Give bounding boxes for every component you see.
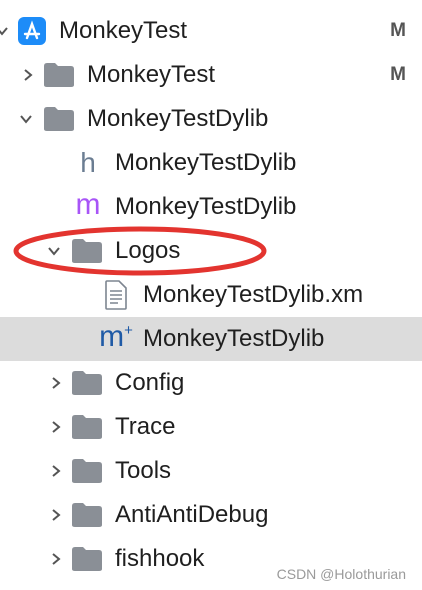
header-file-icon: h [72,147,104,179]
nav-item-label: MonkeyTest [59,17,188,44]
chevron-right-icon[interactable] [48,463,64,479]
chevron-right-icon[interactable] [48,507,64,523]
folder-icon [71,235,103,267]
chevron-right-icon[interactable] [48,375,64,391]
header-glyph: h [80,147,96,178]
folder-icon [71,499,103,531]
folder-icon [71,411,103,443]
nav-row-folder[interactable]: AntiAntiDebug [0,493,422,537]
nav-item-label: MonkeyTestDylib [115,193,297,220]
chevron-down-icon[interactable] [0,23,10,39]
app-project-icon [16,15,48,47]
nav-row-file[interactable]: m MonkeyTestDylib [0,185,422,229]
nav-item-label: fishhook [115,545,205,572]
nav-item-label: MonkeyTestDylib [143,325,325,352]
document-icon [100,279,132,311]
nav-row-folder[interactable]: Config [0,361,422,405]
watermark: CSDN @Holothurian [276,566,406,582]
nav-item-label: Tools [115,457,172,484]
nav-row-folder[interactable]: Trace [0,405,422,449]
chevron-right-icon[interactable] [48,419,64,435]
nav-item-label: MonkeyTestDylib [87,105,269,132]
objcpp-file-icon: m + [99,320,133,355]
folder-icon [71,543,103,575]
objcpp-glyph: m [99,320,125,353]
nav-row-file-selected[interactable]: m + MonkeyTestDylib [0,317,422,361]
nav-row-file[interactable]: h MonkeyTestDylib [0,141,422,185]
nav-row-folder[interactable]: MonkeyTestDylib [0,97,422,141]
nav-item-label: MonkeyTestDylib.xm [143,281,364,308]
folder-icon [71,367,103,399]
objc-file-icon: m [72,188,104,223]
plus-icon: + [124,321,133,339]
chevron-right-icon[interactable] [20,67,36,83]
folder-icon [43,103,75,135]
nav-item-label: Config [115,369,185,396]
folder-icon [71,455,103,487]
objc-glyph: m [75,188,101,221]
nav-item-label: MonkeyTestDylib [115,149,297,176]
nav-item-label: MonkeyTest [87,61,216,88]
chevron-down-icon[interactable] [18,111,34,127]
modified-badge: M [390,64,406,85]
chevron-down-icon[interactable] [46,243,62,259]
nav-item-label: Trace [115,413,176,440]
nav-row-folder[interactable]: Logos [0,229,422,273]
chevron-right-icon[interactable] [48,551,64,567]
nav-row-folder[interactable]: Tools [0,449,422,493]
nav-item-label: AntiAntiDebug [115,501,269,528]
modified-badge: M [390,20,406,41]
nav-row-project[interactable]: MonkeyTest M [0,9,422,53]
folder-icon [43,59,75,91]
nav-row-file[interactable]: MonkeyTestDylib.xm [0,273,422,317]
nav-item-label: Logos [115,237,181,264]
nav-row-folder[interactable]: MonkeyTest M [0,53,422,97]
